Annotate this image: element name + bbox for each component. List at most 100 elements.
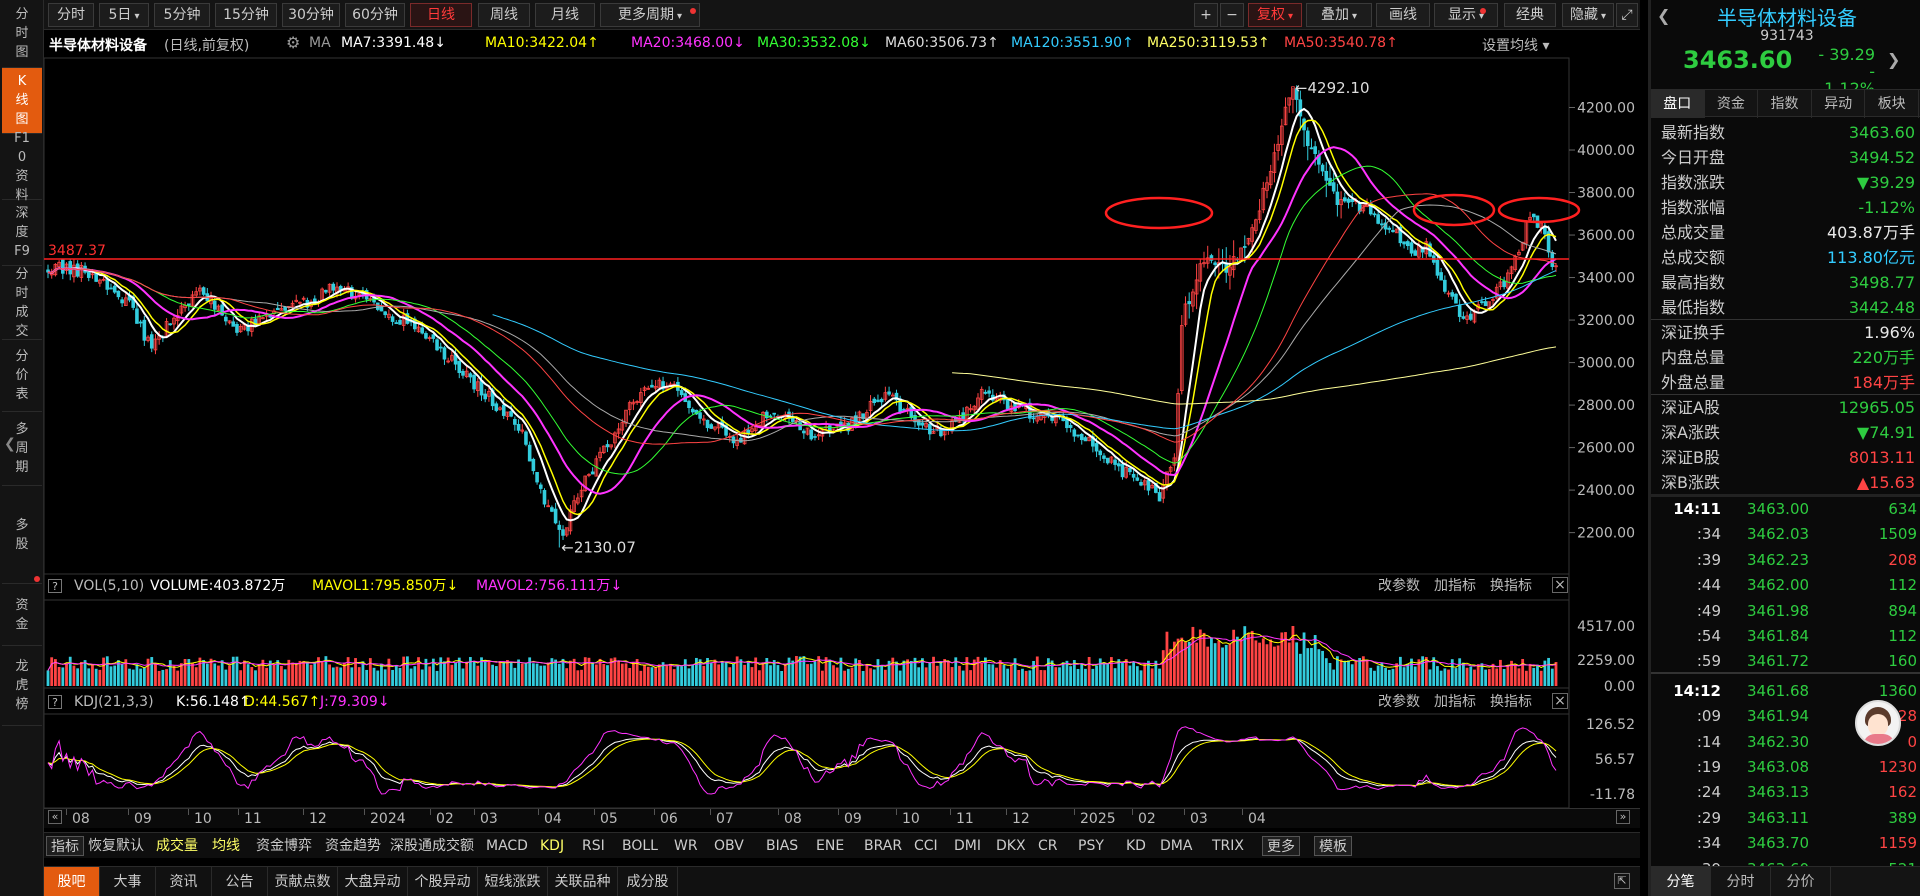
- collapse-arrow-icon[interactable]: ❮: [4, 436, 16, 452]
- period-tab-4[interactable]: 30分钟: [282, 3, 340, 27]
- quote-tab-1[interactable]: 资金: [1705, 90, 1759, 118]
- indicator-tab-13[interactable]: BIAS: [766, 836, 798, 856]
- period-tab-2[interactable]: 5分钟: [154, 3, 210, 27]
- bottom-tab-7[interactable]: 短线涨跌: [478, 867, 548, 896]
- nav-4[interactable]: 分时成交: [2, 266, 42, 340]
- bottom-tab-6[interactable]: 个股异动: [408, 867, 478, 896]
- prev-stock-icon[interactable]: ❮: [1657, 6, 1671, 28]
- toolbar-button-2[interactable]: 复权 ▾: [1248, 3, 1302, 27]
- period-tab-1[interactable]: 5日 ▾: [99, 3, 149, 27]
- bottom-tab-5[interactable]: 大盘异动: [338, 867, 408, 896]
- volume-bar: [1517, 668, 1521, 686]
- indicator-tab-3[interactable]: 均线: [212, 836, 240, 856]
- indicator-tab-7[interactable]: MACD: [486, 836, 528, 856]
- indicator-tab-0[interactable]: 指标: [46, 836, 84, 856]
- indicator-tab-8[interactable]: KDJ: [540, 836, 564, 856]
- indicator-tab-23[interactable]: TRIX: [1212, 836, 1244, 856]
- indicator-tab-18[interactable]: DKX: [996, 836, 1026, 856]
- indicator-tab-2[interactable]: 成交量: [156, 836, 198, 856]
- volume-bar: [335, 666, 339, 686]
- tick-price: 3462.30: [1747, 732, 1810, 751]
- vol-swap-indicator-button[interactable]: 换指标: [1490, 576, 1532, 596]
- toolbar-button-7[interactable]: 隐藏 ▾: [1562, 3, 1614, 27]
- ellipse-annotation[interactable]: [1412, 193, 1496, 227]
- indicator-tab-24[interactable]: 更多: [1262, 836, 1300, 856]
- indicator-tab-11[interactable]: WR: [674, 836, 698, 856]
- period-tab-6[interactable]: 日线: [410, 3, 472, 27]
- bottom-tab-3[interactable]: 公告: [212, 867, 268, 896]
- vol-close-icon[interactable]: ×: [1552, 577, 1568, 593]
- quote-tab-4[interactable]: 板块: [1865, 90, 1919, 118]
- nav-2[interactable]: F10资料: [2, 131, 42, 203]
- kline-chart[interactable]: 4200.00 4000.00 3800.00 3600.00 3400.00 3200.…: [44, 28, 1640, 808]
- indicator-tab-14[interactable]: ENE: [816, 836, 844, 856]
- tick-tab-1[interactable]: 分时: [1711, 867, 1771, 896]
- vol-change-params-button[interactable]: 改参数: [1378, 576, 1420, 596]
- tick-tab-0[interactable]: 分笔: [1651, 867, 1711, 896]
- nav-8[interactable]: 资金: [2, 584, 42, 646]
- toolbar-button-1[interactable]: −: [1220, 3, 1244, 27]
- next-stock-icon[interactable]: ❯: [1887, 50, 1907, 69]
- bottom-tab-1[interactable]: 大事: [100, 867, 156, 896]
- kdj-close-icon[interactable]: ×: [1552, 693, 1568, 709]
- scroll-left-icon[interactable]: «: [48, 810, 62, 824]
- indicator-tab-25[interactable]: 模板: [1314, 836, 1352, 856]
- indicator-tab-16[interactable]: CCI: [914, 836, 938, 856]
- toolbar-button-5[interactable]: 显示 ▾: [1434, 3, 1498, 27]
- bottom-tab-0[interactable]: 股吧: [44, 867, 100, 896]
- bottom-tab-8[interactable]: 关联品种: [548, 867, 618, 896]
- vol-add-indicator-button[interactable]: 加指标: [1434, 576, 1476, 596]
- tick-tab-2[interactable]: 分价: [1771, 867, 1831, 896]
- ma60-line: [47, 204, 1557, 442]
- indicator-tab-12[interactable]: OBV: [714, 836, 744, 856]
- expand-panel-icon[interactable]: ⇱: [1614, 873, 1630, 889]
- volume-bar: [924, 667, 928, 686]
- indicator-tab-1[interactable]: 恢复默认: [88, 836, 144, 856]
- toolbar-button-0[interactable]: +: [1194, 3, 1218, 27]
- period-tab-3[interactable]: 15分钟: [215, 3, 277, 27]
- candle-body: [438, 346, 443, 349]
- indicator-tab-15[interactable]: BRAR: [864, 836, 902, 856]
- nav-5[interactable]: 分价表: [2, 340, 42, 412]
- period-tab-9[interactable]: 更多周期 ▾: [600, 3, 700, 27]
- kdj-swap-indicator-button[interactable]: 换指标: [1490, 692, 1532, 712]
- indicator-tab-22[interactable]: DMA: [1160, 836, 1192, 856]
- period-tab-5[interactable]: 60分钟: [345, 3, 405, 27]
- period-tab-8[interactable]: 月线: [535, 3, 595, 27]
- fullscreen-icon[interactable]: ⤢: [1616, 3, 1638, 27]
- ellipse-annotation[interactable]: [1104, 196, 1214, 230]
- bottom-tab-4[interactable]: 贡献点数: [268, 867, 338, 896]
- indicator-tab-17[interactable]: DMI: [954, 836, 981, 856]
- volume-bar: [305, 661, 309, 686]
- bottom-tab-9[interactable]: 成分股: [618, 867, 678, 896]
- assistant-avatar[interactable]: [1855, 700, 1901, 746]
- indicator-tab-10[interactable]: BOLL: [622, 836, 658, 856]
- indicator-tab-4[interactable]: 资金博弈: [256, 836, 312, 856]
- period-tab-7[interactable]: 周线: [478, 3, 530, 27]
- nav-7[interactable]: 多股: [2, 486, 42, 584]
- nav-1[interactable]: K线图: [2, 68, 42, 134]
- nav-0[interactable]: 分时图: [2, 0, 42, 68]
- scroll-right-icon[interactable]: »: [1616, 810, 1630, 824]
- kdj-add-indicator-button[interactable]: 加指标: [1434, 692, 1476, 712]
- period-tab-0[interactable]: 分时: [48, 3, 94, 27]
- toolbar-button-6[interactable]: 经典: [1504, 3, 1556, 27]
- indicator-tab-20[interactable]: PSY: [1078, 836, 1104, 856]
- help-icon[interactable]: ?: [48, 579, 62, 593]
- indicator-tab-9[interactable]: RSI: [582, 836, 605, 856]
- quote-tab-3[interactable]: 异动: [1812, 90, 1866, 118]
- kdj-change-params-button[interactable]: 改参数: [1378, 692, 1420, 712]
- bottom-tab-2[interactable]: 资讯: [156, 867, 212, 896]
- indicator-tab-6[interactable]: 深股通成交额: [390, 836, 474, 856]
- nav-9[interactable]: 龙虎榜: [2, 646, 42, 726]
- toolbar-button-3[interactable]: 叠加 ▾: [1306, 3, 1372, 27]
- quote-tab-0[interactable]: 盘口: [1651, 90, 1705, 118]
- indicator-tab-21[interactable]: KD: [1126, 836, 1146, 856]
- help-icon[interactable]: ?: [48, 695, 62, 709]
- nav-3[interactable]: 深度F9: [2, 200, 42, 266]
- indicator-tab-5[interactable]: 资金趋势: [325, 836, 381, 856]
- quote-tab-2[interactable]: 指数: [1758, 90, 1812, 118]
- tick-qty: 1230: [1878, 758, 1917, 776]
- indicator-tab-19[interactable]: CR: [1038, 836, 1058, 856]
- toolbar-button-4[interactable]: 画线: [1376, 3, 1430, 27]
